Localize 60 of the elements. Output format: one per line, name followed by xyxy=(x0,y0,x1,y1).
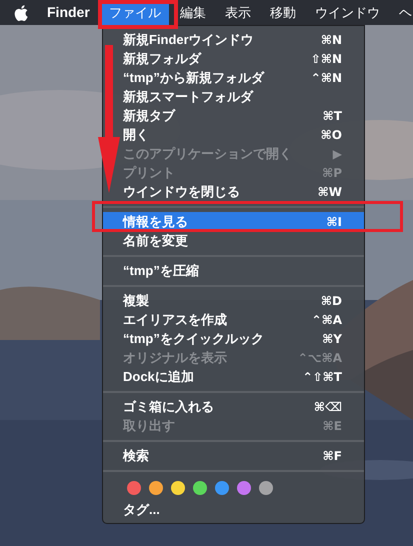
menu-item-label: 新規Finderウインドウ xyxy=(123,30,254,49)
menu-item-label: “tmp”を圧縮 xyxy=(123,262,199,280)
menu-item-label: 名前を変更 xyxy=(123,232,188,250)
shortcut-label: ⌃⇧⌘T xyxy=(302,368,342,386)
menu-item-label: 新規スマートフォルダ xyxy=(123,88,253,106)
menu-item-label: 検索 xyxy=(123,446,149,465)
shortcut-label: ⌘I xyxy=(326,214,342,230)
menu-item-label: ゴミ箱に入れる xyxy=(123,398,214,416)
menu-bar-item[interactable]: ウインドウ xyxy=(306,0,388,25)
shortcut-label: ⌃⌘N xyxy=(310,70,342,86)
menu-item-label: Dockに追加 xyxy=(123,368,194,386)
menu-item-label: 新規タブ xyxy=(123,106,175,125)
shortcut-label: ⌘Y xyxy=(322,330,342,348)
menu-item-label: プリント xyxy=(123,164,175,182)
menu-item[interactable]: ゴミ箱に入れる ⌘⌫ xyxy=(123,397,364,416)
menu-bar-item[interactable]: 表示 xyxy=(216,0,259,25)
shortcut-label: ⌘T xyxy=(322,108,342,124)
menu-bar-item[interactable]: ヘ xyxy=(390,0,413,25)
menu-item[interactable]: 名前を変更 xyxy=(123,231,364,250)
menu-item[interactable]: 新規フォルダ ⇧⌘N xyxy=(123,49,364,68)
menu-item[interactable]: 検索 ⌘F xyxy=(123,446,364,465)
menu-item-label: このアプリケーションで開く xyxy=(123,144,292,163)
shortcut-label: ⌘W xyxy=(318,184,342,200)
shortcut-label: ⌘E xyxy=(322,418,342,434)
menu-item-label: エイリアスを作成 xyxy=(123,310,227,329)
menu-item-label: “tmp”から新規フォルダ xyxy=(123,68,264,87)
menu-item[interactable]: 新規スマートフォルダ xyxy=(123,87,364,106)
shortcut-label: ⌘F xyxy=(322,448,342,464)
menu-item[interactable]: ウインドウを閉じる ⌘W xyxy=(123,182,364,201)
menu-bar-item[interactable]: 移動 xyxy=(262,0,304,25)
menu-item-label: 情報を見る xyxy=(123,212,188,231)
menu-item-label: ウインドウを閉じる xyxy=(123,182,240,201)
menu-bar-item[interactable]: Finder xyxy=(39,0,98,25)
menu-item[interactable]: 複製 ⌘D xyxy=(123,291,364,310)
menu-item[interactable]: 開く ⌘O xyxy=(123,125,364,144)
shortcut-label: ▶ xyxy=(332,146,342,162)
menu-item[interactable]: タグ... xyxy=(123,500,364,519)
shortcut-label: ⌘⌫ xyxy=(314,398,342,416)
menu-item[interactable]: “tmp”から新規フォルダ ⌃⌘N xyxy=(123,68,364,87)
shortcut-label: ⌃⌘A xyxy=(312,312,342,328)
shortcut-label: ⌘P xyxy=(322,164,342,182)
menu-item[interactable]: Dockに追加 ⌃⇧⌘T xyxy=(123,367,364,386)
menu-item-label: オリジナルを表示 xyxy=(123,348,227,367)
menu-item-label: 複製 xyxy=(123,292,149,310)
menu-item-label: 取り出す xyxy=(123,416,175,435)
menu-item[interactable]: 新規Finderウインドウ ⌘N xyxy=(123,30,364,49)
menu-item[interactable]: “tmp”を圧縮 xyxy=(123,261,364,280)
menu-bar-item[interactable]: 編集 xyxy=(172,0,214,25)
menu-item[interactable]: 新規タブ ⌘T xyxy=(123,106,364,125)
menu-item-label: “tmp”をクイックルック xyxy=(123,330,264,348)
menu-item-label: 新規フォルダ xyxy=(123,50,201,68)
shortcut-label: ⌘N xyxy=(320,32,342,48)
menu-item[interactable]: “tmp”をクイックルック ⌘Y xyxy=(123,329,364,348)
menu-item-label: 開く xyxy=(123,126,149,144)
shortcut-label: ⌃⌥⌘A xyxy=(298,350,342,366)
menu-item[interactable]: エイリアスを作成 ⌃⌘A xyxy=(123,310,364,329)
shortcut-label: ⌘O xyxy=(320,126,342,144)
menu-item-label: タグ... xyxy=(123,500,160,519)
shortcut-label: ⌘D xyxy=(320,292,342,310)
shortcut-label: ⇧⌘N xyxy=(310,50,342,68)
